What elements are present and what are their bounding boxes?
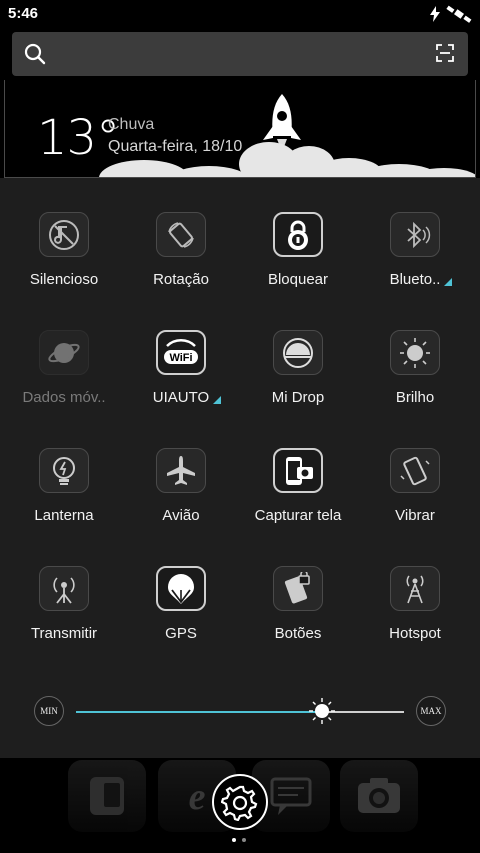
menu-indicator-icon xyxy=(444,278,453,286)
tile-label: Brilho xyxy=(395,389,435,406)
brightness-slider: MIN MAX xyxy=(0,688,480,734)
clouds-icon xyxy=(99,142,475,177)
tile-label: UIAUTO xyxy=(153,389,222,406)
scan-icon[interactable] xyxy=(436,44,454,62)
phone-icon[interactable] xyxy=(68,760,146,832)
gear-icon xyxy=(221,785,258,821)
status-time: 5:46 xyxy=(8,5,39,22)
tile-label: Mi Drop xyxy=(271,389,325,406)
tile-airplane[interactable]: Avião xyxy=(121,414,241,524)
brightness-min-button[interactable]: MIN xyxy=(34,696,64,726)
flashlight-icon xyxy=(39,448,89,493)
lock-icon xyxy=(273,212,323,257)
tile-rotation[interactable]: Rotação xyxy=(121,178,241,288)
tile-label: Capturar tela xyxy=(254,507,342,524)
weather-widget[interactable]: 13° Chuva Quarta-feira, 18/10 xyxy=(4,80,476,178)
brightness-thumb-sun-icon[interactable] xyxy=(309,698,335,724)
tile-label: Lanterna xyxy=(34,507,94,524)
search-bar[interactable] xyxy=(12,32,468,76)
tile-bluetooth[interactable]: Blueto.. xyxy=(355,178,475,288)
tile-label: Blueto.. xyxy=(390,271,453,288)
tile-gps[interactable]: GPS xyxy=(121,532,241,642)
buttons-icon xyxy=(273,566,323,611)
weather-condition: Chuva xyxy=(108,116,155,133)
flash-charge-icon xyxy=(430,6,440,22)
tile-label: Silencioso xyxy=(29,271,99,288)
tile-screenshot[interactable]: Capturar tela xyxy=(238,414,358,524)
tile-buttons[interactable]: Botões xyxy=(238,532,358,642)
tile-label: Vibrar xyxy=(395,507,435,524)
brightness-max-button[interactable]: MAX xyxy=(416,696,446,726)
airplane-icon xyxy=(156,448,206,493)
gps-icon xyxy=(156,566,206,611)
silent-icon xyxy=(39,212,89,257)
wifi-icon: WiFi xyxy=(156,330,206,375)
status-bar: 5:46 xyxy=(0,0,480,28)
dock: e xyxy=(0,758,480,853)
tile-label: Hotspot xyxy=(389,625,441,642)
page-indicator xyxy=(232,838,246,842)
tile-brightness[interactable]: Brilho xyxy=(355,296,475,406)
mobile-data-icon xyxy=(39,330,89,375)
quick-settings-panel: Silencioso Rotação Bloquear Blueto.. Dad… xyxy=(0,178,480,758)
brightness-fill xyxy=(76,711,322,713)
menu-indicator-icon xyxy=(213,396,222,404)
screenshot-icon xyxy=(273,448,323,493)
page-dot xyxy=(232,838,236,842)
rotation-icon xyxy=(156,212,206,257)
tile-flashlight[interactable]: Lanterna xyxy=(4,414,124,524)
tile-mi-drop[interactable]: Mi Drop xyxy=(238,296,358,406)
satellite-icon xyxy=(446,5,472,23)
tile-label: Rotação xyxy=(153,271,209,288)
search-icon[interactable] xyxy=(24,43,46,65)
page-dot xyxy=(242,838,246,842)
tile-lock[interactable]: Bloquear xyxy=(238,178,358,288)
tile-label: Bloquear xyxy=(267,271,329,288)
tile-wifi[interactable]: WiFi UIAUTO xyxy=(121,296,241,406)
tile-vibrate[interactable]: Vibrar xyxy=(355,414,475,524)
status-icons xyxy=(430,5,472,23)
settings-button[interactable] xyxy=(212,774,268,830)
cast-icon xyxy=(39,566,89,611)
svg-text:WiFi: WiFi xyxy=(169,352,192,364)
tile-label: Transmitir xyxy=(30,625,98,642)
svg-text:e: e xyxy=(189,776,206,818)
tile-cast[interactable]: Transmitir xyxy=(4,532,124,642)
tile-silent[interactable]: Silencioso xyxy=(4,178,124,288)
vibrate-icon xyxy=(390,448,440,493)
tile-label: Dados móv.. xyxy=(22,389,106,406)
bluetooth-icon xyxy=(390,212,440,257)
hotspot-icon xyxy=(390,566,440,611)
tile-mobile-data[interactable]: Dados móv.. xyxy=(4,296,124,406)
camera-icon[interactable] xyxy=(340,760,418,832)
tile-hotspot[interactable]: Hotspot xyxy=(355,532,475,642)
tile-label: GPS xyxy=(165,625,197,642)
brightness-track[interactable] xyxy=(76,711,404,713)
brightness-icon xyxy=(390,330,440,375)
tile-label: Avião xyxy=(162,507,200,524)
mi-drop-icon xyxy=(273,330,323,375)
tile-label: Botões xyxy=(274,625,322,642)
